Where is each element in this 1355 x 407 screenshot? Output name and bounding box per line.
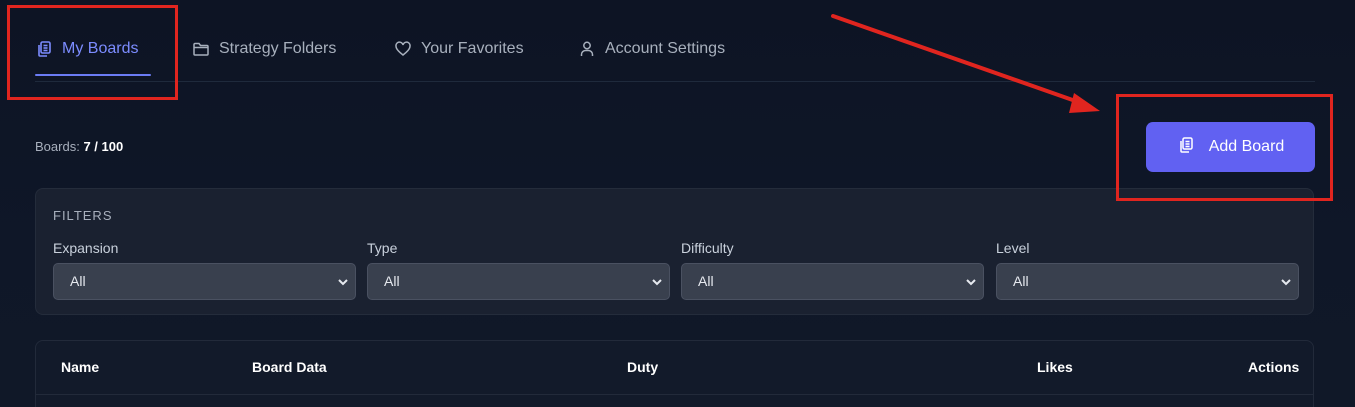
- select-value: All: [70, 273, 86, 289]
- column-header-actions[interactable]: Actions: [1248, 341, 1299, 394]
- tab-account-settings[interactable]: Account Settings: [578, 20, 725, 78]
- tab-label: Your Favorites: [421, 40, 524, 57]
- clipboard-stack-icon: [1177, 136, 1195, 159]
- filter-label: Type: [367, 240, 398, 256]
- table-header-row: Name Board Data Duty Likes Actions: [36, 341, 1313, 395]
- chevron-down-icon: [652, 279, 662, 286]
- type-select[interactable]: All: [367, 263, 670, 300]
- add-board-label: Add Board: [1208, 138, 1285, 155]
- user-icon: [578, 40, 596, 58]
- chevron-down-icon: [1281, 279, 1291, 286]
- tab-label: Strategy Folders: [219, 40, 337, 57]
- page: My Boards Strategy Folders Your Favorite…: [0, 0, 1355, 407]
- boards-count: Boards: 7 / 100: [35, 139, 123, 154]
- tab-your-favorites[interactable]: Your Favorites: [394, 20, 524, 78]
- tab-bar: My Boards Strategy Folders Your Favorite…: [35, 20, 1315, 82]
- filter-difficulty: Difficulty All: [681, 239, 984, 300]
- heart-icon: [394, 40, 412, 58]
- select-value: All: [384, 273, 400, 289]
- boards-table: Name Board Data Duty Likes Actions: [35, 340, 1314, 407]
- tab-my-boards[interactable]: My Boards: [35, 20, 151, 78]
- filter-type: Type All: [367, 239, 670, 300]
- difficulty-select[interactable]: All: [681, 263, 984, 300]
- select-value: All: [1013, 273, 1029, 289]
- clipboard-stack-icon: [35, 40, 53, 58]
- column-header-duty[interactable]: Duty: [627, 341, 658, 394]
- filter-label: Level: [996, 240, 1030, 256]
- add-board-button[interactable]: Add Board: [1146, 122, 1315, 172]
- filters-title: FILTERS: [53, 208, 113, 223]
- column-header-name[interactable]: Name: [61, 341, 99, 394]
- expansion-select[interactable]: All: [53, 263, 356, 300]
- chevron-down-icon: [338, 279, 348, 286]
- chevron-down-icon: [966, 279, 976, 286]
- filters-panel: FILTERS Expansion All Type All Difficult…: [35, 188, 1314, 315]
- tab-strategy-folders[interactable]: Strategy Folders: [192, 20, 336, 78]
- boards-count-label: Boards:: [35, 139, 80, 154]
- filter-level: Level All: [996, 239, 1299, 300]
- folder-icon: [192, 40, 210, 58]
- column-header-board-data[interactable]: Board Data: [252, 341, 327, 394]
- filter-label: Difficulty: [681, 240, 734, 256]
- select-value: All: [698, 273, 714, 289]
- filter-expansion: Expansion All: [53, 239, 356, 300]
- tab-label: Account Settings: [605, 40, 726, 57]
- tab-label: My Boards: [62, 40, 139, 57]
- filter-label: Expansion: [53, 240, 119, 256]
- boards-count-value: 7 / 100: [83, 139, 124, 154]
- column-header-likes[interactable]: Likes: [1037, 341, 1073, 394]
- page-title-cropped: [36, 0, 476, 4]
- level-select[interactable]: All: [996, 263, 1299, 300]
